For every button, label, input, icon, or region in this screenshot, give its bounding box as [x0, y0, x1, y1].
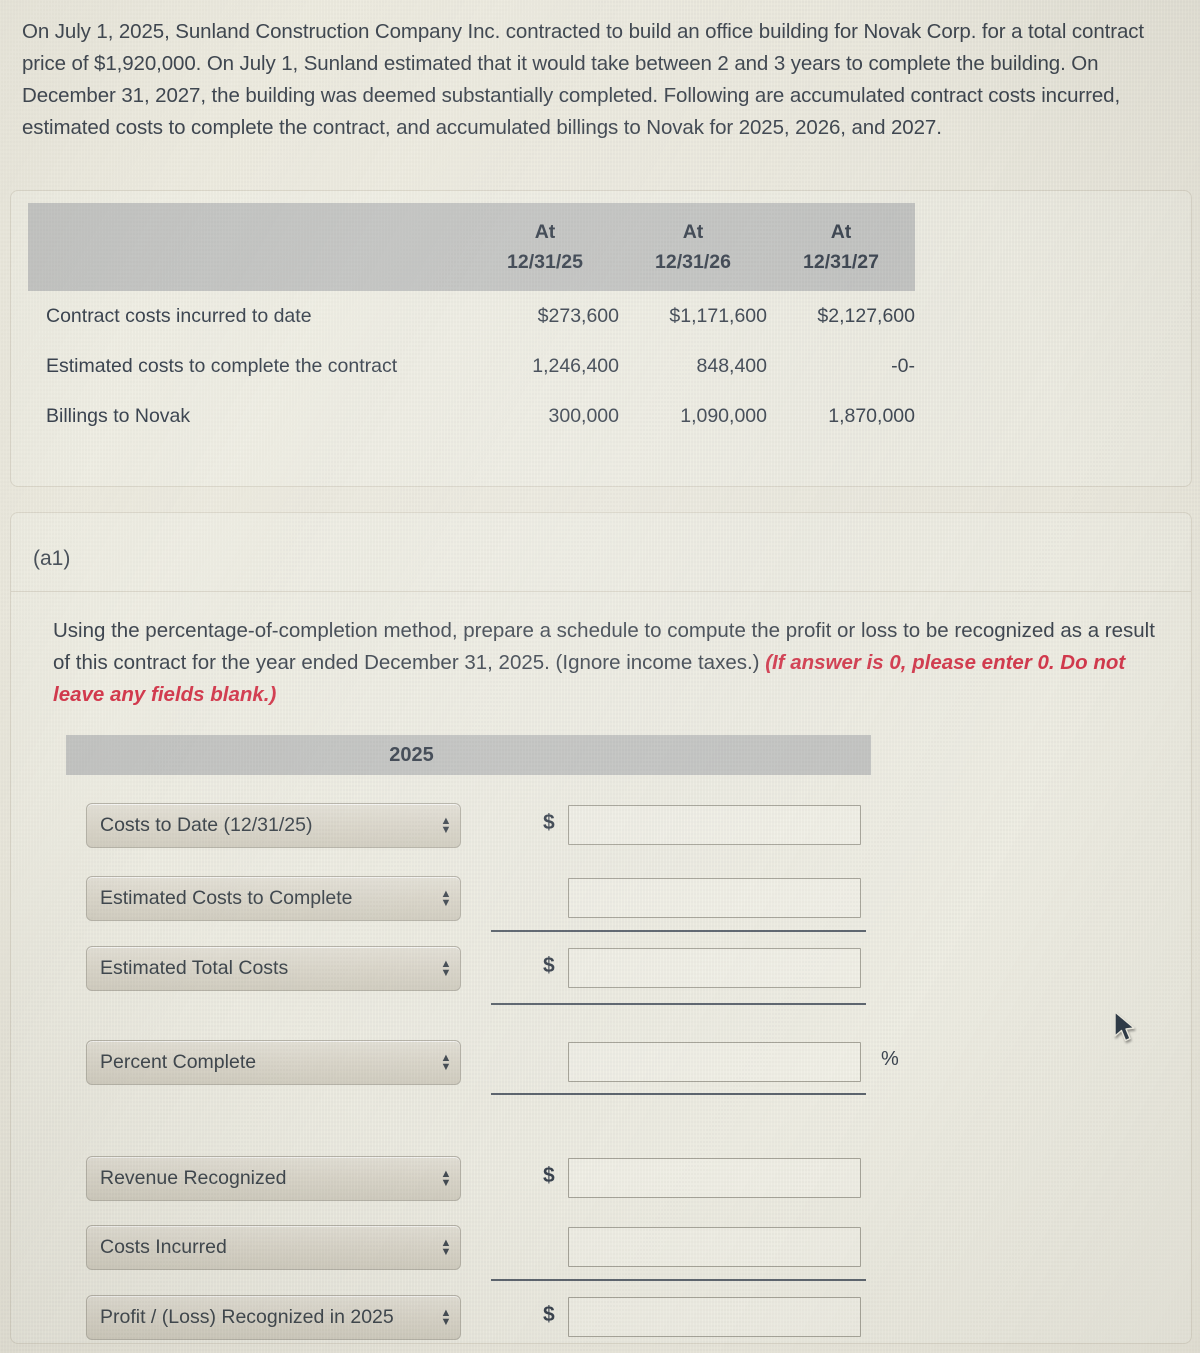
spinner-icon[interactable]: ▲ ▼: [432, 1237, 460, 1258]
given-col-3-line2: 12/31/27: [803, 251, 879, 273]
given-col-2-line2: 12/31/26: [655, 251, 731, 273]
currency-symbol: $: [543, 954, 555, 977]
percent-symbol: %: [881, 1048, 899, 1070]
schedule-year-header: 2025: [66, 735, 871, 775]
subtotal-rule-3: [491, 1093, 866, 1095]
given-col-1-line2: 12/31/25: [507, 251, 583, 273]
caret-down-icon: ▼: [440, 1315, 452, 1328]
given-row-1-value-1: 848,400: [696, 354, 768, 377]
given-col-2-line1: At: [682, 221, 704, 243]
given-row-0-value-1: $1,171,600: [669, 304, 767, 327]
spinner-icon[interactable]: ▲ ▼: [432, 1052, 460, 1073]
caret-down-icon: ▼: [440, 966, 452, 979]
account-select-label: Percent Complete: [100, 1051, 257, 1073]
given-row-0-label: Contract costs incurred to date: [46, 304, 312, 327]
amount-input-revenue-recognized[interactable]: [568, 1158, 861, 1198]
given-table-header-row: At 12/31/25 At 12/31/26 At 12/31/27: [28, 203, 915, 291]
amount-input-est-costs-complete[interactable]: [568, 878, 861, 918]
table-row: Estimated costs to complete the contract…: [28, 341, 915, 391]
account-select-costs-incurred[interactable]: Costs Incurred ▲ ▼: [86, 1225, 461, 1270]
spinner-icon[interactable]: ▲ ▼: [432, 815, 460, 836]
mouse-pointer-arrow-icon: [1114, 1011, 1135, 1042]
caret-down-icon: ▼: [440, 1176, 452, 1189]
part-label: (a1): [33, 547, 71, 570]
given-table-col-header-3: At 12/31/27: [767, 203, 915, 291]
given-col-1-line1: At: [534, 221, 556, 243]
caret-down-icon: ▼: [440, 823, 452, 836]
given-col-3-line1: At: [830, 221, 852, 243]
given-row-2-value-0: 300,000: [548, 404, 620, 427]
subtotal-rule-4: [491, 1279, 866, 1281]
schedule-year-label: 2025: [389, 744, 434, 766]
caret-down-icon: ▼: [440, 1245, 452, 1258]
account-select-profit-loss[interactable]: Profit / (Loss) Recognized in 2025 ▲ ▼: [86, 1295, 461, 1340]
account-select-revenue-recognized[interactable]: Revenue Recognized ▲ ▼: [86, 1156, 461, 1201]
account-select-label: Profit / (Loss) Recognized in 2025: [100, 1306, 394, 1328]
amount-input-percent-complete[interactable]: [568, 1042, 861, 1082]
account-select-label: Estimated Total Costs: [100, 957, 289, 979]
given-row-0-value-2: $2,127,600: [817, 304, 915, 327]
amount-input-est-total-costs[interactable]: [568, 948, 861, 988]
caret-down-icon: ▼: [440, 896, 452, 909]
subtotal-rule-1: [491, 930, 866, 932]
given-row-2-label: Billings to Novak: [46, 404, 191, 427]
currency-symbol: $: [543, 1303, 555, 1326]
part-a1-card: (a1) Using the percentage-of-completion …: [10, 512, 1192, 1344]
account-select-label: Costs to Date (12/31/25): [100, 814, 313, 836]
amount-input-profit-loss[interactable]: [568, 1297, 861, 1337]
spinner-icon[interactable]: ▲ ▼: [432, 1307, 460, 1328]
section-divider: [11, 591, 1191, 592]
given-data-table: At 12/31/25 At 12/31/26 At 12/31/27 Cont…: [28, 203, 915, 441]
table-row: Billings to Novak 300,000 1,090,000 1,87…: [28, 391, 915, 441]
amount-input-costs-incurred[interactable]: [568, 1227, 861, 1267]
caret-down-icon: ▼: [440, 1060, 452, 1073]
subtotal-rule-2: [491, 1003, 866, 1005]
account-select-label: Estimated Costs to Complete: [100, 887, 353, 909]
given-row-1-value-2: -0-: [891, 354, 915, 377]
given-table-col-header-1: At 12/31/25: [471, 203, 619, 291]
account-select-percent-complete[interactable]: Percent Complete ▲ ▼: [86, 1040, 461, 1085]
problem-statement: On July 1, 2025, Sunland Construction Co…: [22, 20, 1144, 139]
given-row-1-value-0: 1,246,400: [532, 354, 619, 377]
spinner-icon[interactable]: ▲ ▼: [432, 1168, 460, 1189]
account-select-label: Costs Incurred: [100, 1236, 227, 1258]
amount-input-costs-to-date[interactable]: [568, 805, 861, 845]
spinner-icon[interactable]: ▲ ▼: [432, 888, 460, 909]
given-row-1-label: Estimated costs to complete the contract: [46, 354, 398, 377]
account-select-costs-to-date[interactable]: Costs to Date (12/31/25) ▲ ▼: [86, 803, 461, 848]
currency-symbol: $: [543, 811, 555, 834]
given-row-2-value-2: 1,870,000: [828, 404, 915, 427]
question-text: Using the percentage-of-completion metho…: [53, 615, 1171, 711]
given-data-card: At 12/31/25 At 12/31/26 At 12/31/27 Cont…: [10, 190, 1192, 487]
account-select-label: Revenue Recognized: [100, 1167, 287, 1189]
table-row: Contract costs incurred to date $273,600…: [28, 291, 915, 341]
account-select-est-total-costs[interactable]: Estimated Total Costs ▲ ▼: [86, 946, 461, 991]
given-table-body: Contract costs incurred to date $273,600…: [28, 291, 915, 441]
given-row-2-value-1: 1,090,000: [680, 404, 767, 427]
given-table-col-header-2: At 12/31/26: [619, 203, 767, 291]
currency-symbol: $: [543, 1164, 555, 1187]
given-row-0-value-0: $273,600: [537, 304, 619, 327]
given-table-corner-cell: [28, 203, 471, 291]
account-select-est-costs-complete[interactable]: Estimated Costs to Complete ▲ ▼: [86, 876, 461, 921]
spinner-icon[interactable]: ▲ ▼: [432, 958, 460, 979]
